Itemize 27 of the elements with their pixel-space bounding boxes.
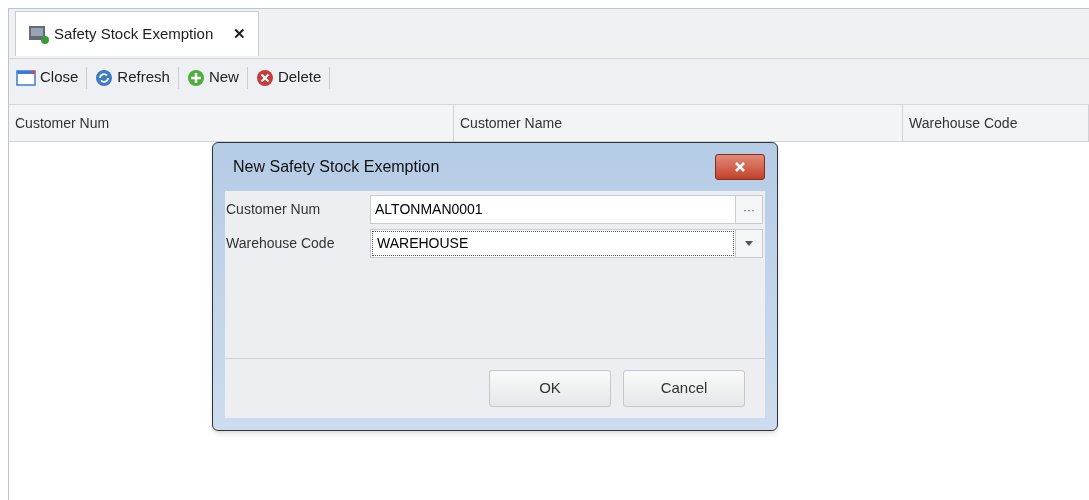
column-header[interactable]: Customer Name [454,105,903,141]
column-header[interactable]: Customer Num [9,105,454,141]
column-header[interactable]: Warehouse Code [903,105,1089,141]
caret-icon [745,241,753,246]
close-tab-button[interactable]: ✕ [233,22,247,46]
dialog-button[interactable]: OK [489,370,611,407]
close-icon [734,161,746,173]
dropdown-button[interactable] [735,230,762,257]
toolbar-button[interactable]: Close [13,66,82,89]
toolbar-button[interactable]: Refresh [92,66,173,89]
document-tab[interactable]: Safety Stock Exemption ✕ [15,11,260,56]
ellipsis-button[interactable]: ··· [735,196,762,223]
delete-icon [255,68,274,87]
dialog-title: New Safety Stock Exemption [233,157,440,177]
refresh-icon [95,68,114,87]
window-icon [16,69,36,86]
toolbar-button[interactable]: Delete [252,66,325,89]
plus-icon [186,68,205,87]
tab-title: Safety Stock Exemption [54,23,214,44]
field-label: Customer Num [225,200,322,219]
close-button[interactable] [715,154,765,180]
toolbar-button[interactable]: New [183,66,242,89]
field-label: Warehouse Code [225,234,336,253]
text-field[interactable]: ALTONMAN0001 ··· [370,195,763,224]
dialog-button[interactable]: Cancel [623,370,745,407]
computer-icon [28,24,50,44]
text-field[interactable]: WAREHOUSE [370,229,763,258]
